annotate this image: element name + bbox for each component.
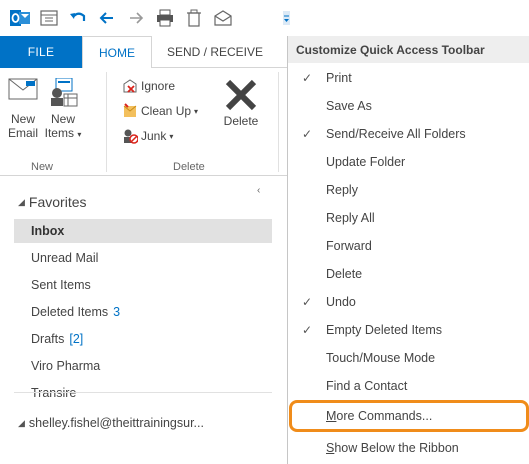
folder-pane: ◢ Favorites Inbox Unread Mail Sent Items… — [0, 178, 290, 464]
group-separator — [106, 72, 107, 172]
tab-send-receive[interactable]: SEND / RECEIVE — [152, 36, 278, 68]
menu-item-reply-all[interactable]: Reply All — [288, 204, 529, 232]
expand-triangle-icon: ◢ — [18, 196, 25, 207]
folder-item-unread-mail[interactable]: Unread Mail — [14, 246, 272, 270]
ribbon: New Email New Items ▾ New Ignore Clean U… — [0, 68, 290, 176]
tab-file[interactable]: FILE — [0, 36, 82, 68]
menu-item-undo[interactable]: ✓ Undo — [288, 288, 529, 316]
ribbon-tabs: FILE HOME SEND / RECEIVE — [0, 36, 290, 69]
folder-item-viro-pharma[interactable]: Viro Pharma — [14, 354, 272, 378]
junk-icon — [122, 128, 138, 144]
junk-button[interactable]: Junk ▾ — [122, 126, 173, 146]
customize-qat-menu: Customize Quick Access Toolbar ✓ Print S… — [287, 36, 529, 464]
checkmark-icon: ✓ — [301, 323, 313, 337]
forward-arrow-icon[interactable] — [124, 6, 148, 30]
menu-item-show-below-ribbon[interactable]: Show Below the Ribbon — [288, 434, 529, 462]
back-arrow-icon[interactable] — [95, 6, 119, 30]
menu-item-delete[interactable]: Delete — [288, 260, 529, 288]
menu-item-update-folder[interactable]: Update Folder — [288, 148, 529, 176]
checkmark-icon: ✓ — [301, 127, 313, 141]
clean-up-icon — [122, 103, 138, 119]
new-items-button[interactable]: New Items ▾ — [44, 78, 82, 142]
new-email-label-1: New — [10, 112, 35, 126]
tab-home[interactable]: HOME — [82, 36, 152, 69]
expand-triangle-icon: ◢ — [18, 417, 25, 428]
print-icon[interactable] — [153, 6, 177, 30]
chevron-down-icon: ▾ — [169, 131, 174, 141]
group-label-delete: Delete — [173, 161, 205, 173]
menu-item-forward[interactable]: Forward — [288, 232, 529, 260]
new-items-label-1: New — [50, 112, 75, 126]
quick-access-toolbar — [0, 0, 290, 36]
menu-item-find-a-contact[interactable]: Find a Contact — [288, 372, 529, 400]
ignore-icon — [122, 78, 138, 94]
send-receive-all-icon[interactable] — [211, 6, 235, 30]
menu-item-touch-mouse-mode[interactable]: Touch/Mouse Mode — [288, 344, 529, 372]
delete-label: Delete — [223, 114, 259, 128]
folder-item-inbox[interactable]: Inbox — [14, 219, 272, 243]
menu-item-send-receive-all[interactable]: ✓ Send/Receive All Folders — [288, 120, 529, 148]
undo-icon[interactable] — [66, 6, 90, 30]
menu-title: Customize Quick Access Toolbar — [288, 36, 529, 63]
customize-qat-dropdown-icon[interactable] — [283, 0, 290, 36]
chevron-down-icon: ▾ — [194, 106, 199, 116]
divider — [14, 392, 272, 393]
folder-item-deleted-items[interactable]: Deleted Items 3 — [14, 300, 272, 324]
menu-item-more-commands[interactable]: More Commands... — [289, 400, 529, 432]
new-items-label-2: Items ▾ — [44, 126, 82, 140]
draft-count-badge: [2] — [69, 332, 84, 346]
ignore-button[interactable]: Ignore — [122, 76, 175, 96]
outlook-logo-icon — [8, 6, 32, 30]
unread-count-badge: 3 — [113, 305, 121, 319]
delete-button[interactable]: Delete — [216, 76, 266, 128]
group-label-new: New — [31, 161, 54, 173]
group-separator — [278, 72, 279, 172]
empty-deleted-items-icon[interactable] — [182, 6, 206, 30]
folder-item-drafts[interactable]: Drafts [2] — [14, 327, 272, 351]
folder-item-transire[interactable]: Transire — [14, 381, 272, 405]
clean-up-button[interactable]: Clean Up ▾ — [122, 101, 198, 121]
account-header[interactable]: ◢ shelley.fishel@theittrainingsur... — [18, 416, 204, 430]
new-email-icon — [4, 78, 42, 112]
new-items-icon — [44, 78, 82, 112]
checkmark-icon: ✓ — [301, 295, 313, 309]
delete-x-icon — [216, 76, 266, 114]
new-email-label-2: Email — [7, 126, 38, 140]
checkmark-icon: ✓ — [301, 71, 313, 85]
send-receive-icon[interactable] — [37, 6, 61, 30]
menu-item-empty-deleted-items[interactable]: ✓ Empty Deleted Items — [288, 316, 529, 344]
menu-item-print[interactable]: ✓ Print — [288, 64, 529, 92]
chevron-down-icon: ▾ — [77, 130, 82, 139]
menu-item-save-as[interactable]: Save As — [288, 92, 529, 120]
favorites-header[interactable]: ◢ Favorites — [18, 194, 87, 210]
folder-item-sent-items[interactable]: Sent Items — [14, 273, 272, 297]
menu-item-reply[interactable]: Reply — [288, 176, 529, 204]
new-email-button[interactable]: New Email — [4, 78, 42, 140]
